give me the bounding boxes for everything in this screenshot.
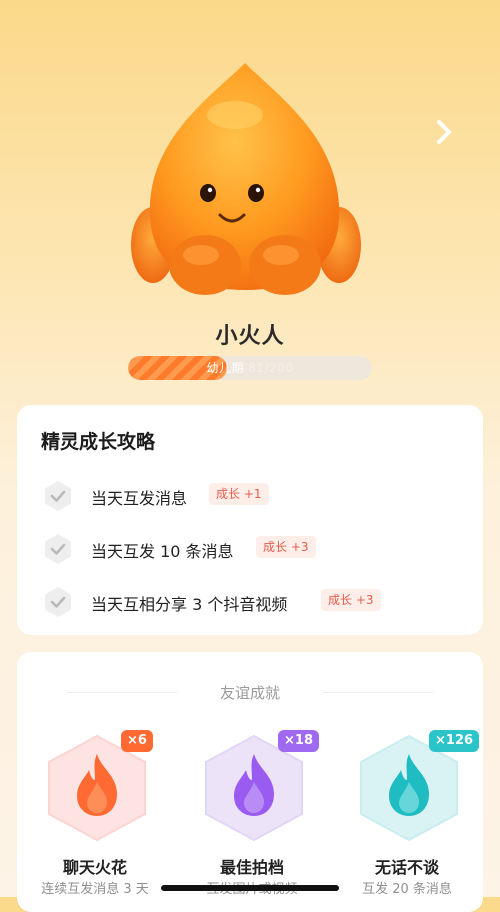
home-indicator[interactable] (161, 885, 339, 891)
check-icon (45, 481, 71, 511)
achievement-count: ×18 (278, 730, 319, 752)
task-text: 当天互发消息 (91, 489, 188, 508)
achievement-desc: 互发 20 条消息 (362, 882, 452, 897)
flame-icon (389, 754, 429, 816)
task-item: 当天互发 10 条消息 成长 +3 (41, 530, 461, 566)
friendship-achievements-card: 友谊成就 ×6 聊天火花 连续互发消息 3 天 ×18 最佳拍档 互发图片或视频 (17, 652, 483, 912)
growth-progress-label: 幼儿期 81/200 (128, 356, 372, 380)
fire-mascot-image[interactable] (125, 55, 365, 300)
growth-badge: 成长 +1 (209, 483, 269, 505)
chevron-right-icon[interactable] (428, 116, 460, 148)
achievement-talk-everything[interactable]: ×126 无话不谈 互发 20 条消息 (337, 726, 480, 897)
check-icon (45, 587, 71, 617)
achievement-best-partner[interactable]: ×18 最佳拍档 互发图片或视频 (182, 726, 322, 897)
check-icon (45, 534, 71, 564)
task-item: 当天互相分享 3 个抖音视频 成长 +3 (41, 583, 461, 619)
growth-badge: 成长 +3 (256, 536, 316, 558)
achievement-name: 最佳拍档 (219, 858, 284, 877)
task-text: 当天互相分享 3 个抖音视频 (91, 595, 288, 614)
achievement-count: ×6 (121, 730, 153, 752)
growth-progress-bar: 幼儿期 81/200 (128, 356, 372, 380)
achievement-desc: 连续互发消息 3 天 (41, 882, 149, 897)
pet-name: 小火人 (215, 324, 285, 349)
achievement-name: 聊天火花 (62, 858, 127, 877)
achievement-count: ×126 (429, 730, 480, 752)
divider (323, 692, 433, 693)
pet-hero: 小火人 幼儿期 81/200 (0, 0, 500, 400)
task-text: 当天互发 10 条消息 (91, 542, 234, 561)
growth-count: 81/200 (248, 361, 294, 375)
achievement-chat-spark[interactable]: ×6 聊天火花 连续互发消息 3 天 (25, 726, 165, 897)
growth-guide-card: 精灵成长攻略 当天互发消息 成长 +1 当天互发 10 条消息 成长 +3 当天… (17, 405, 483, 635)
flame-icon (234, 754, 274, 816)
growth-badge: 成长 +3 (321, 589, 381, 611)
flame-icon (77, 754, 117, 816)
achievement-name: 无话不谈 (374, 858, 439, 877)
task-item: 当天互发消息 成长 +1 (41, 477, 461, 513)
growth-stage: 幼儿期 (206, 361, 244, 375)
guide-title: 精灵成长攻略 (41, 431, 156, 453)
